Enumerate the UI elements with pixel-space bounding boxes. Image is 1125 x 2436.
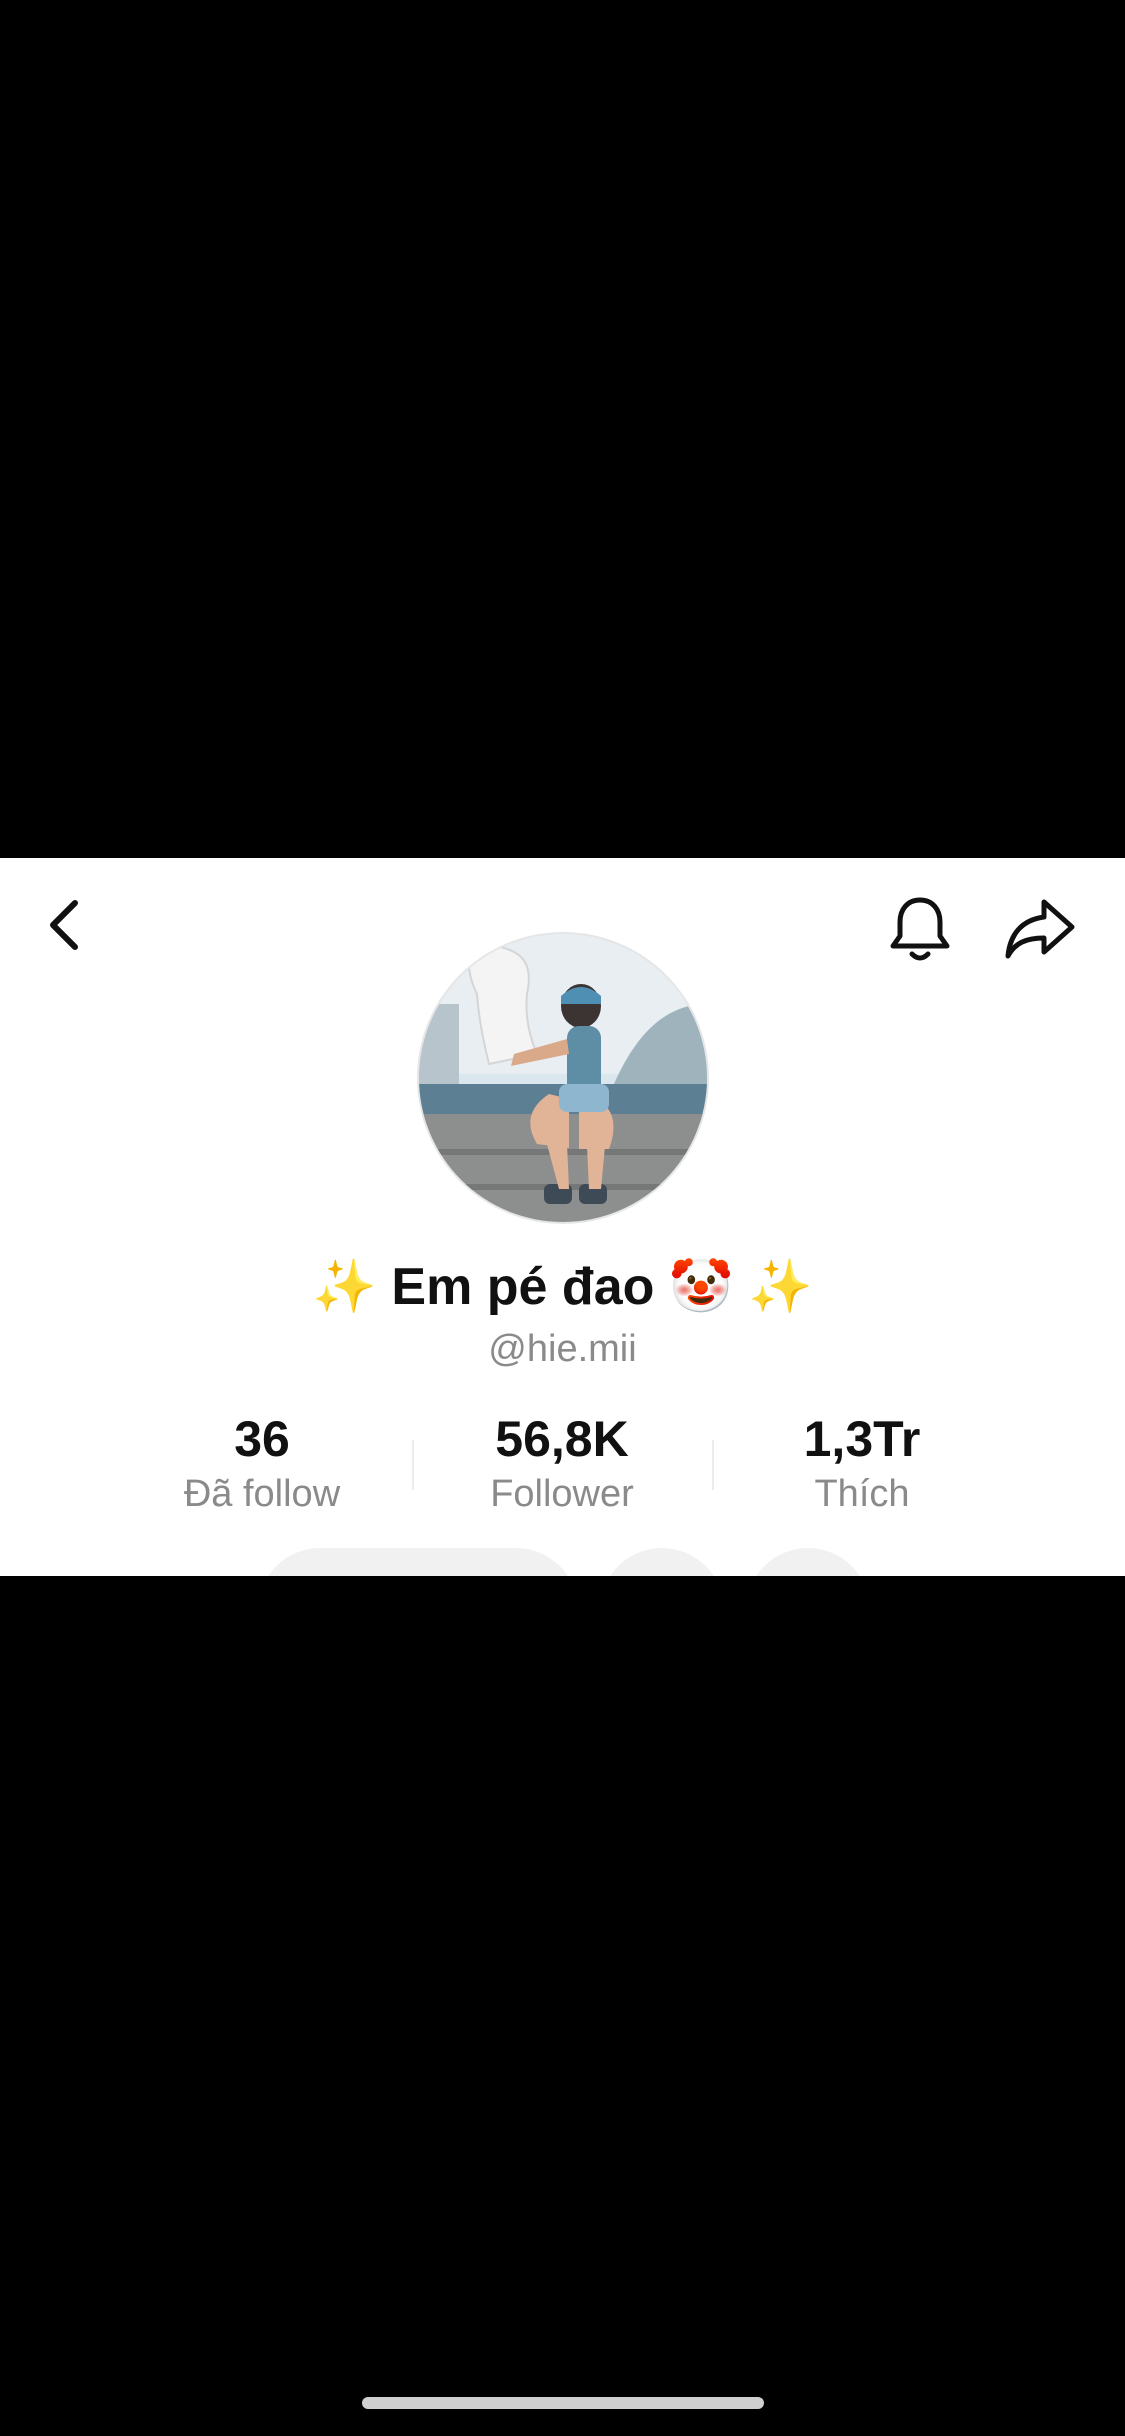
display-name: ✨ Em pé đao 🤡 ✨ [312,1258,813,1316]
home-indicator[interactable] [362,2397,764,2409]
message-button[interactable] [600,1548,724,1576]
chevron-left-icon [50,900,78,950]
avatar-photo [419,934,707,1222]
profile-card: ✨ Em pé đao 🤡 ✨ @hie.mii 36 Đã follow 56… [0,858,1125,1576]
stat-likes[interactable]: 1,3Tr Thích [712,1410,1012,1518]
stat-likes-value: 1,3Tr [803,1411,921,1467]
stat-followers[interactable]: 56,8K Follower [412,1410,712,1518]
share-arrow-icon [1005,899,1075,959]
stat-followers-label: Follower [490,1473,634,1515]
stat-following-label: Đã follow [183,1473,341,1515]
stat-followers-value: 56,8K [495,1411,629,1467]
back-button[interactable] [30,890,100,960]
more-options-button[interactable] [746,1548,870,1576]
share-button[interactable] [998,894,1082,964]
bell-icon [890,897,950,961]
username-handle: @hie.mii [488,1328,637,1370]
stat-likes-label: Thích [814,1473,910,1515]
stat-following[interactable]: 36 Đã follow [112,1410,412,1518]
follow-button[interactable] [258,1548,578,1576]
avatar[interactable] [419,934,707,1222]
stat-following-value: 36 [234,1411,290,1467]
notification-bell-button[interactable] [880,894,960,964]
